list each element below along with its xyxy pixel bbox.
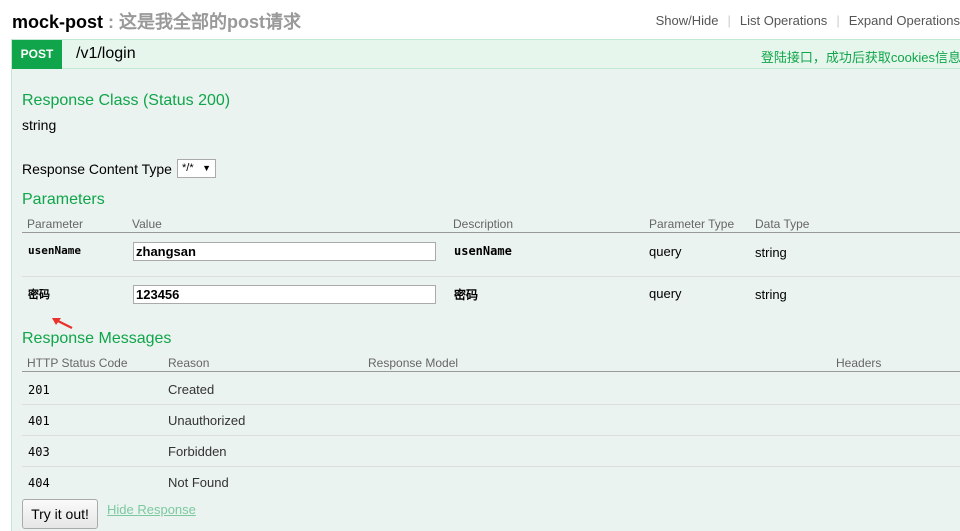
link-divider: | <box>727 13 731 28</box>
operation-heading[interactable]: POST /v1/login 登陆接口，成功后获取cookies信息 <box>12 40 960 69</box>
param-name: 密码 <box>28 288 50 301</box>
resource-links: Show/Hide | List Operations | Expand Operati… <box>656 13 960 28</box>
param-type: query <box>649 286 682 301</box>
response-code: 401 <box>28 414 50 428</box>
response-messages-title: Response Messages <box>22 330 172 347</box>
title-separator: : <box>103 12 120 32</box>
resource-header: mock-post : 这是我全部的post请求 Show/Hide | List … <box>0 0 960 38</box>
operation-summary[interactable]: 登陆接口，成功后获取cookies信息 <box>761 47 960 66</box>
resp-col-reason: Reason <box>168 356 210 370</box>
http-method-badge[interactable]: POST <box>12 40 62 69</box>
param-col-description: Description <box>453 217 514 231</box>
hide-response-link[interactable]: Hide Response <box>107 502 196 517</box>
param-description: 密码 <box>454 288 479 302</box>
response-code: 404 <box>28 476 50 490</box>
response-row: 401 Unauthorized <box>22 405 960 436</box>
dropdown-arrow-icon: ▼ <box>202 163 211 173</box>
param-col-data-type: Data Type <box>755 217 810 231</box>
response-code: 201 <box>28 383 50 397</box>
param-col-parameter: Parameter <box>27 217 84 231</box>
response-row: 201 Created <box>22 374 960 405</box>
param-data-type: string <box>755 245 787 260</box>
resp-col-headers: Headers <box>836 356 882 370</box>
annotation-arrow-icon <box>52 318 73 329</box>
response-code: 403 <box>28 445 50 459</box>
response-class-title: Response Class (Status 200) <box>22 92 231 109</box>
param-name: usenName <box>28 244 81 257</box>
response-row: 403 Forbidden <box>22 436 960 467</box>
resp-col-status-code: HTTP Status Code <box>27 356 128 370</box>
param-description: usenName <box>454 244 512 258</box>
parameter-row: usenName usenName query string <box>22 234 960 277</box>
response-reason: Created <box>168 382 215 397</box>
param-value-input-usenname[interactable] <box>133 242 436 261</box>
operation-path[interactable]: /v1/login <box>76 45 136 63</box>
param-type: query <box>649 244 682 259</box>
resource-title[interactable]: mock-post : 这是我全部的post请求 <box>12 8 301 34</box>
expand-operations-link[interactable]: Expand Operations <box>849 13 960 28</box>
list-operations-link[interactable]: List Operations <box>740 13 827 28</box>
param-col-value: Value <box>132 217 162 231</box>
try-it-out-button[interactable]: Try it out! <box>22 499 98 529</box>
resource-description: 这是我全部的post请求 <box>119 12 302 32</box>
show-hide-link[interactable]: Show/Hide <box>656 13 719 28</box>
operation-content: Response Class (Status 200) string Respo… <box>12 70 960 531</box>
content-type-select[interactable]: */* ▼ <box>177 159 216 178</box>
response-reason: Forbidden <box>168 444 227 459</box>
parameter-row: 密码 密码 query string <box>22 278 960 316</box>
resource-name[interactable]: mock-post <box>12 12 103 32</box>
param-value-input-password[interactable] <box>133 285 436 304</box>
response-class-type: string <box>22 117 57 133</box>
content-type-label: Response Content Type <box>22 161 172 177</box>
link-divider: | <box>836 13 840 28</box>
param-col-parameter-type: Parameter Type <box>649 217 735 231</box>
responses-header-row: HTTP Status Code Reason Response Model H… <box>22 354 960 372</box>
parameters-title: Parameters <box>22 191 105 208</box>
parameters-header-row: Parameter Value Description Parameter Ty… <box>22 215 960 233</box>
response-reason: Unauthorized <box>168 413 246 428</box>
operation-panel: POST /v1/login 登陆接口，成功后获取cookies信息 Respo… <box>11 39 960 531</box>
resp-col-response-model: Response Model <box>368 356 459 370</box>
content-type-value: */* <box>182 162 194 174</box>
response-reason: Not Found <box>168 475 229 490</box>
param-data-type: string <box>755 287 787 302</box>
response-row: 404 Not Found <box>22 467 960 498</box>
